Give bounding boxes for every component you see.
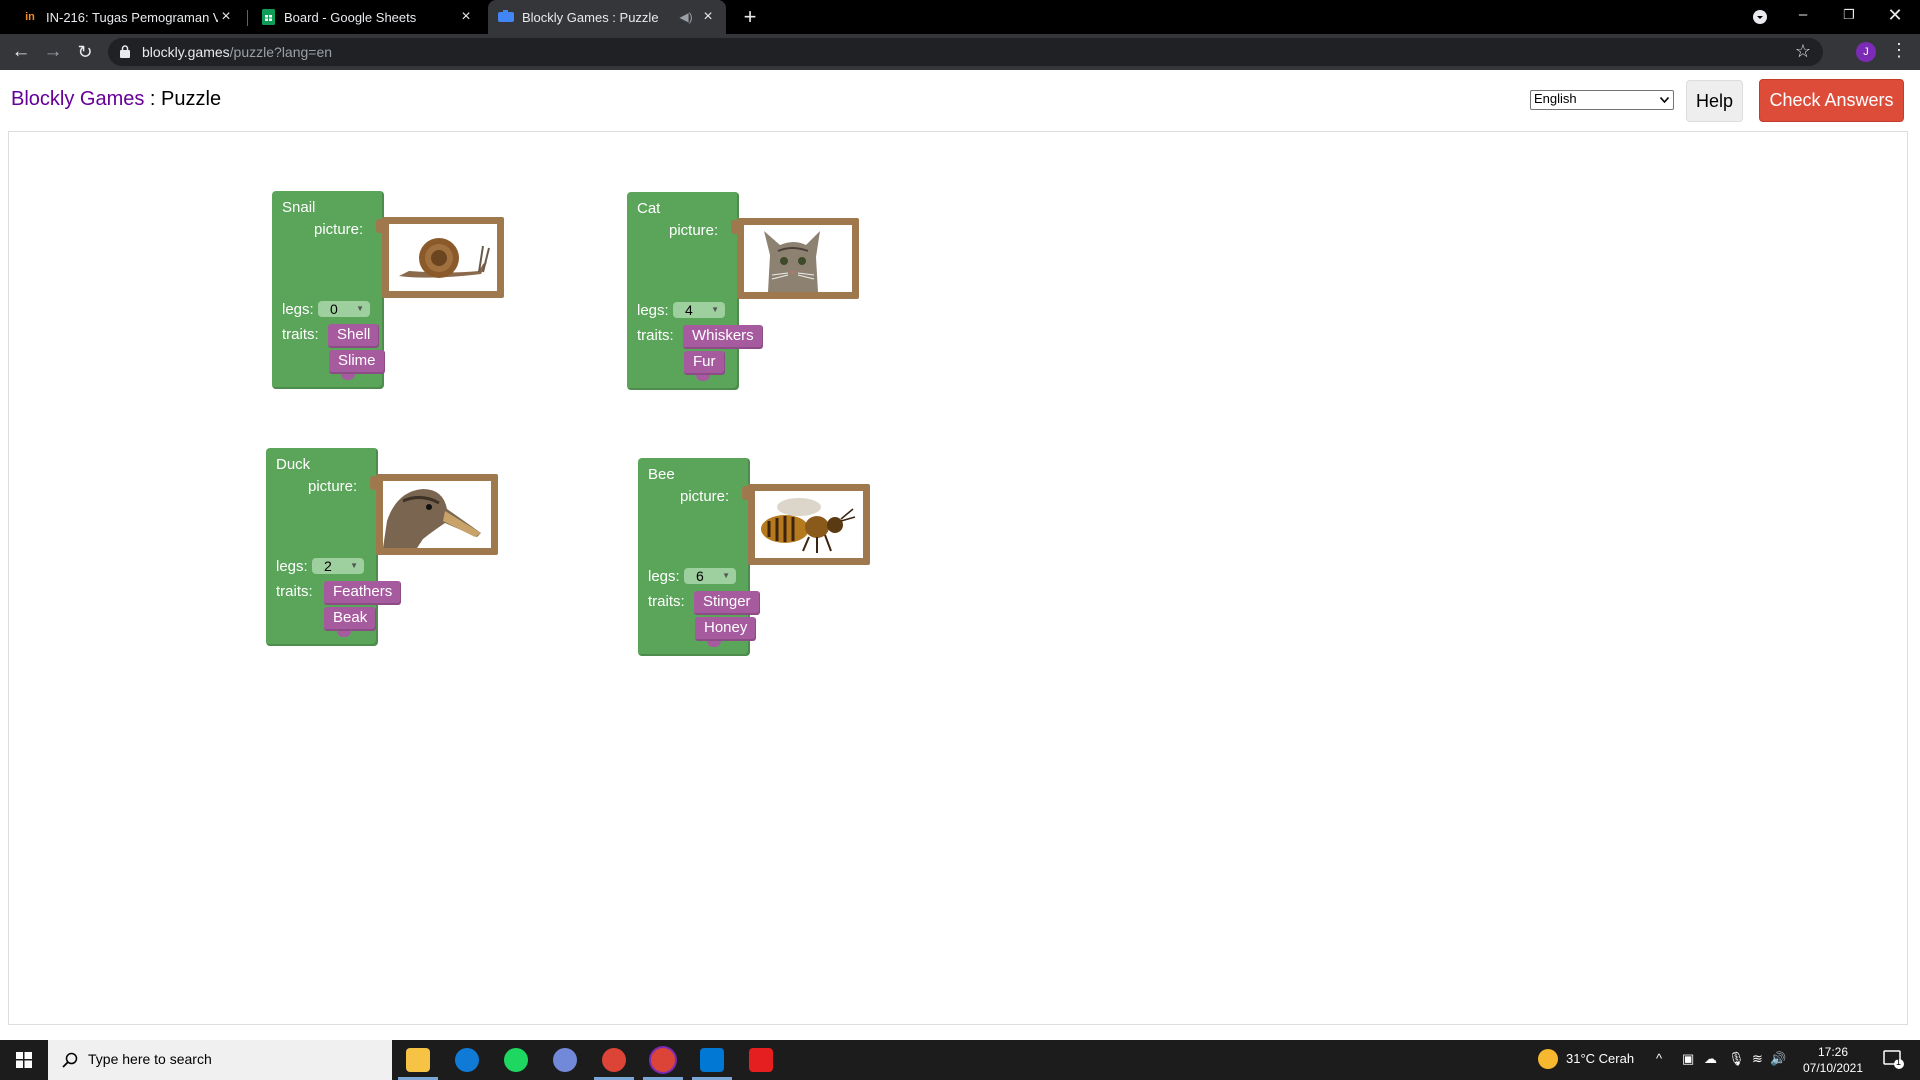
weather-text[interactable]: 31°C Cerah — [1566, 1051, 1634, 1066]
in-icon: in — [25, 11, 35, 23]
forward-arrow-icon[interactable]: → — [40, 39, 66, 65]
file-explorer-icon[interactable] — [406, 1048, 430, 1072]
language-select[interactable]: English — [1530, 90, 1674, 110]
trait-block-whiskers[interactable]: Whiskers — [683, 325, 763, 349]
restore-button[interactable]: ❐ — [1826, 0, 1872, 34]
tray-chevron-up-icon[interactable]: ^ — [1656, 1051, 1662, 1066]
legs-dropdown[interactable]: 4 ▼ — [673, 302, 725, 318]
minimize-button[interactable]: – — [1780, 0, 1826, 34]
discord-icon[interactable] — [553, 1048, 577, 1072]
trait-block-beak[interactable]: Beak — [324, 607, 377, 631]
url-text: blockly.games/puzzle?lang=en — [142, 44, 333, 60]
sheets-icon — [260, 9, 276, 25]
browser-toolbar: ← → ↻ blockly.games/puzzle?lang=en ☆ J ⋮ — [0, 34, 1920, 70]
edge-icon[interactable] — [455, 1048, 479, 1072]
chrome-icon[interactable] — [602, 1048, 626, 1072]
bee-picture — [755, 491, 863, 558]
legs-dropdown[interactable]: 2 ▼ — [312, 558, 364, 574]
trait-block-stinger[interactable]: Stinger — [694, 591, 760, 615]
close-tab-icon[interactable]: × — [700, 8, 716, 26]
trait-block-slime[interactable]: Slime — [329, 350, 385, 374]
snail-picture-block[interactable] — [376, 217, 504, 298]
weather-icon[interactable] — [1538, 1049, 1558, 1069]
chevron-down-icon — [1660, 97, 1669, 103]
lock-icon — [120, 45, 130, 58]
search-icon — [62, 1052, 78, 1068]
onedrive-icon[interactable]: ☁ — [1704, 1051, 1717, 1067]
windows-taskbar: Type here to search 31°C Cerah ^ ▣ ☁ 🎙 ≋… — [0, 1040, 1920, 1080]
notifications-icon[interactable]: 1 — [1882, 1048, 1904, 1070]
trait-block-shell[interactable]: Shell — [328, 324, 380, 348]
bookmark-star-icon[interactable]: ☆ — [1795, 41, 1811, 62]
taskbar-search-box[interactable]: Type here to search — [48, 1040, 392, 1080]
close-tab-icon[interactable]: × — [458, 8, 474, 26]
back-arrow-icon[interactable]: ← — [8, 39, 34, 65]
wifi-icon[interactable]: ≋ — [1752, 1051, 1763, 1067]
trait-block-feathers[interactable]: Feathers — [324, 581, 402, 605]
blockly-games-link[interactable]: Blockly Games — [11, 88, 144, 110]
chrome-profile-icon[interactable] — [651, 1048, 675, 1072]
cat-picture-block[interactable] — [731, 218, 859, 299]
trait-block-fur[interactable]: Fur — [684, 351, 725, 375]
bee-picture-block[interactable] — [742, 484, 870, 565]
windows-start-button[interactable] — [0, 1040, 48, 1080]
legs-dropdown[interactable]: 0 ▼ — [318, 301, 370, 317]
close-window-button[interactable]: ✕ — [1872, 0, 1918, 34]
help-button[interactable]: Help — [1686, 80, 1743, 122]
media-control-icon[interactable] — [1737, 0, 1783, 34]
windows-logo-icon — [16, 1052, 32, 1068]
tab-google-sheets[interactable]: Board - Google Sheets × — [250, 0, 484, 34]
new-tab-button[interactable]: + — [738, 5, 762, 29]
tab-in-216[interactable]: in IN-216: Tugas Pemograman Visu × — [12, 0, 244, 34]
speaker-mute-icon[interactable]: ◀) — [678, 10, 694, 24]
volume-icon[interactable]: 🔊 — [1770, 1051, 1786, 1067]
acrobat-icon[interactable] — [749, 1048, 773, 1072]
duck-picture — [383, 481, 491, 548]
snail-picture — [389, 224, 497, 291]
page-title: Blockly Games : Puzzle — [11, 88, 222, 110]
blockly-icon — [498, 9, 514, 25]
cat-picture — [744, 225, 852, 292]
reload-icon[interactable]: ↻ — [72, 39, 98, 65]
legs-dropdown[interactable]: 6 ▼ — [684, 568, 736, 584]
microphone-icon[interactable]: 🎙 — [1728, 1051, 1745, 1067]
browser-tab-strip: in IN-216: Tugas Pemograman Visu × Board… — [0, 0, 1920, 34]
profile-avatar[interactable]: J — [1856, 42, 1876, 62]
browser-menu-icon[interactable]: ⋮ — [1890, 40, 1908, 61]
taskbar-clock[interactable]: 17:26 07/10/2021 — [1790, 1044, 1876, 1076]
vscode-icon[interactable] — [700, 1048, 724, 1072]
trait-block-honey[interactable]: Honey — [695, 617, 757, 641]
check-answers-button[interactable]: Check Answers — [1759, 79, 1904, 122]
close-tab-icon[interactable]: × — [218, 8, 234, 26]
tray-app-icon[interactable]: ▣ — [1682, 1051, 1694, 1067]
tab-blockly-games[interactable]: Blockly Games : Puzzle ◀) × — [488, 0, 726, 34]
address-bar[interactable]: blockly.games/puzzle?lang=en ☆ — [108, 38, 1823, 66]
duck-picture-block[interactable] — [370, 474, 498, 555]
puzzle-title: Puzzle — [161, 88, 222, 110]
spotify-icon[interactable] — [504, 1048, 528, 1072]
